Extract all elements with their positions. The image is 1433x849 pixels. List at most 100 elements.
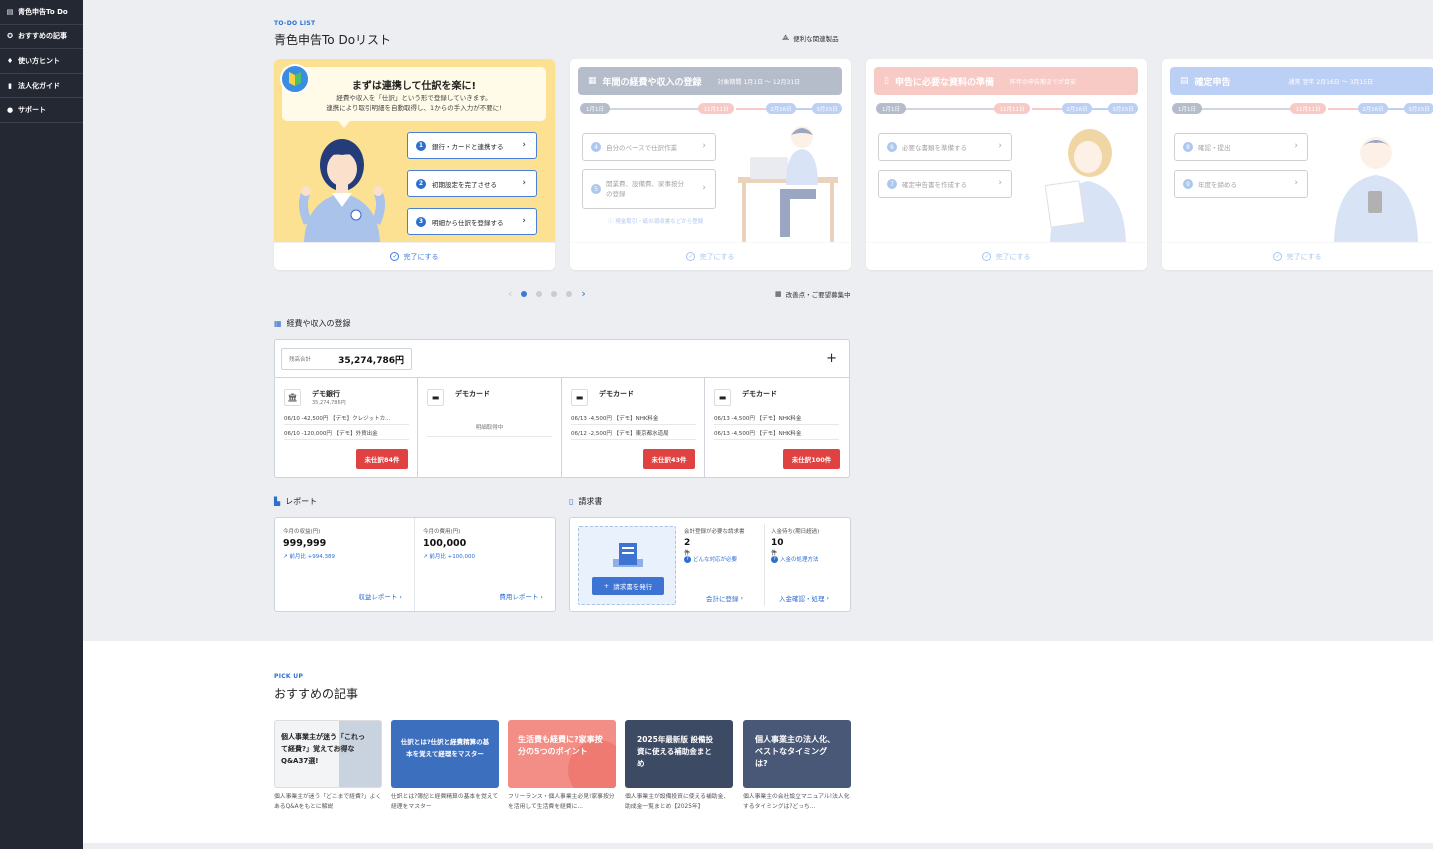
step-number: 2 [416, 178, 426, 189]
carousel-next-button[interactable]: › [581, 287, 585, 300]
thumbnail-text: 2025年最新版 設備投資に使える補助金まとめ [637, 735, 713, 768]
ledger-section-title: ▦ 経費や収入の登録 [274, 318, 351, 329]
transaction-row[interactable]: 06/13 -4,500円 【デモ】NHK料金 [714, 411, 839, 425]
step-opening-costs-button[interactable]: 5 開業費、設備費、家事按分の登録 › [582, 169, 716, 209]
unjournaled-button[interactable]: 未仕訳84件 [356, 449, 408, 469]
chevron-right-icon: › [1294, 141, 1298, 151]
article-card[interactable]: 生活費も経費に?家事按分の5つのポイント フリーランス・個人事業主必見!家事按分… [508, 720, 616, 812]
fetching-status: 明細取得中 [427, 423, 552, 437]
todo-card-4: ▤ 確定申告 通常 翌年 2月16日 〜 3月15日 1月1日 11月11日 2… [1162, 59, 1433, 270]
step-link-bank-button[interactable]: 1 銀行・カードと連携する › [407, 132, 537, 159]
timeline: 1月1日 11月11日 2月16日 3月15日 [578, 103, 842, 115]
transaction-row[interactable]: 06/12 -2,500円 【デモ】東京都水道局 [571, 426, 696, 440]
card-body: ▦ 年間の経費や収入の登録 対象期間 1月1日 〜 12月31日 1月1日 11… [570, 59, 851, 242]
needs-help-link[interactable]: ? どんな対応が必要 [684, 555, 737, 563]
thumbnail-text: 個人事業主の法人化、ベストなタイミングは? [755, 735, 835, 768]
carousel-dot[interactable] [566, 290, 573, 297]
step-number: 9 [1183, 179, 1193, 189]
man-with-phone-illustration [1334, 137, 1418, 242]
sidebar-item-articles[interactable]: ✪ おすすめの記事 [0, 25, 83, 50]
step-initial-setup-button[interactable]: 2 初期設定を完了させる › [407, 170, 537, 197]
card-header: ▦ 年間の経費や収入の登録 対象期間 1月1日 〜 12月31日 [578, 67, 842, 95]
card-body: ▯ 申告に必要な資料の準備 昨年の申告期までが目安 1月1日 11月11日 2月… [866, 59, 1147, 242]
step-label: 確定申告書を作成する [902, 181, 967, 189]
feedback-link[interactable]: ▦ 改善点・ご要望募集中 [775, 289, 851, 299]
check-circle-icon: ✓ [1273, 252, 1283, 261]
help-text: 入金の処理方法 [780, 557, 819, 563]
expense-column: 今月の費用(円) 100,000 ↗ 前月比 +100,000 費用レポート › [415, 518, 555, 611]
complete-button[interactable]: ✓ 完了にする [866, 242, 1147, 270]
sidebar-item-label: 使い方ヒント [18, 56, 60, 65]
transaction-row[interactable]: 06/13 -4,500円 【デモ】NHK料金 [571, 411, 696, 425]
step-note[interactable]: ⓘ 現金取引・紙の領収書などから登録 [608, 217, 703, 225]
step-number: 3 [416, 216, 426, 227]
expense-report-link[interactable]: 費用レポート › [499, 591, 543, 601]
article-card[interactable]: 2025年最新版 設備投資に使える補助金まとめ 個人事業主が設備投資に使える補助… [625, 720, 733, 812]
balance-label: 残高合計 [289, 357, 312, 363]
transaction-row[interactable]: 06/10 -42,500円 【デモ】クレジットカ... [284, 411, 409, 425]
account-card[interactable]: ▬ デモカード 06/13 -4,500円 【デモ】NHK料金 06/13 -4… [705, 377, 849, 478]
timeline-date: 3月15日 [1108, 103, 1138, 114]
article-card[interactable]: 個人事業主の法人化、ベストなタイミングは? 個人事業主の会社設立マニュアル!法人… [743, 720, 851, 812]
step-number: 6 [887, 142, 897, 152]
checklist-icon: ▤ [6, 7, 14, 16]
chevron-right-icon: › [998, 178, 1002, 188]
sidebar-item-hints[interactable]: ♦ 使い方ヒント [0, 49, 83, 74]
carousel-dot[interactable] [536, 290, 543, 297]
sidebar-item-label: おすすめの記事 [18, 32, 67, 41]
transaction-row[interactable]: 06/13 -4,500円 【デモ】NHK料金 [714, 426, 839, 440]
beginner-mark-icon [280, 64, 310, 94]
card-body: ▤ 確定申告 通常 翌年 2月16日 〜 3月15日 1月1日 11月11日 2… [1162, 59, 1433, 242]
awaiting-help-link[interactable]: ? 入金の処理方法 [771, 555, 819, 563]
carousel-dot[interactable] [551, 290, 558, 297]
step-create-return-button[interactable]: 7 確定申告書を作成する › [878, 170, 1012, 198]
step-submit-button[interactable]: 8 確認・提出 › [1174, 133, 1308, 161]
link-text: 費用レポート [499, 593, 539, 601]
add-account-button[interactable]: + [826, 351, 837, 366]
calendar-icon: ▦ [274, 319, 282, 328]
complete-label: 完了にする [699, 252, 735, 261]
article-card[interactable]: 個人事業主が迷う「これって経費?」覚えてお得なQ&A37選! 個人事業主が迷う「… [274, 720, 382, 812]
account-card[interactable]: 🏛 デモ銀行 35,274,786円 06/10 -42,500円 【デモ】クレ… [275, 377, 418, 478]
account-card[interactable]: ▬ デモカード 明細取得中 [418, 377, 562, 478]
timeline-date: 2月16日 [1062, 103, 1092, 114]
pickup-title: おすすめの記事 [274, 687, 359, 701]
unjournaled-button[interactable]: 未仕訳100件 [783, 449, 840, 469]
step-journal-button[interactable]: 4 自分のペースで仕訳作業 › [582, 133, 716, 161]
thumbnail-text: 生活費も経費に?家事按分の5つのポイント [518, 735, 603, 756]
complete-button[interactable]: ✓ 完了にする [570, 242, 851, 270]
step-label: 年度を締める [1198, 181, 1237, 189]
carousel-pager: ‹ › [508, 287, 586, 300]
register-accounting-link[interactable]: 会計に登録 › [706, 593, 743, 603]
step-label: 確認・提出 [1198, 144, 1231, 152]
step-prepare-docs-button[interactable]: 6 必要な書類を準備する › [878, 133, 1012, 161]
step-close-year-button[interactable]: 9 年度を締める › [1174, 170, 1308, 198]
transaction-row[interactable]: 06/10 -120,000円 【デモ】外貨出金 [284, 426, 409, 440]
article-card[interactable]: 仕訳とは?仕訳と経費精算の基本を覚えて経理をマスター 仕訳とは?簿記と経費精算の… [391, 720, 499, 812]
issue-invoice-button[interactable]: + 請求書を発行 [592, 577, 664, 595]
link-text: 入金確認・処理 [779, 595, 825, 603]
thumbnail-text: 個人事業主が迷う「これって経費?」覚えてお得なQ&A37選! [281, 733, 365, 765]
account-card[interactable]: ▬ デモカード 06/13 -4,500円 【デモ】NHK料金 06/12 -2… [562, 377, 705, 478]
sidebar-item-label: サポート [18, 106, 46, 115]
carousel-dot[interactable] [521, 290, 528, 297]
complete-button[interactable]: ✓ 完了にする [1162, 242, 1433, 270]
sidebar-item-support[interactable]: ● サポート [0, 98, 83, 123]
speech-bubble: まずは連携して仕訳を楽に! 経費や収入を「仕訳」という形で登録していきます。 連… [282, 67, 546, 128]
payment-check-link[interactable]: 入金確認・処理 › [779, 593, 829, 603]
woman-with-document-illustration [1044, 129, 1126, 242]
complete-button[interactable]: ✓ 完了にする [274, 242, 555, 270]
sidebar-item-todo[interactable]: ▤ 青色申告To Do [0, 0, 83, 25]
related-products-link[interactable]: ⟁ 便利な関連製品 [782, 33, 839, 43]
calendar-icon: ▦ [775, 290, 782, 298]
chevron-right-icon: › [998, 141, 1002, 151]
chevron-right-icon: › [1294, 178, 1298, 188]
thumbnail-text: 仕訳とは?仕訳と経費精算の基本を覚えて経理をマスター [400, 738, 490, 758]
unjournaled-button[interactable]: 未仕訳43件 [643, 449, 695, 469]
carousel-prev-button[interactable]: ‹ [508, 287, 512, 300]
button-label: 請求書を発行 [613, 583, 653, 591]
income-report-link[interactable]: 収益レポート › [358, 591, 402, 601]
card-body: まずは連携して仕訳を楽に! 経費や収入を「仕訳」という形で登録していきます。 連… [274, 59, 555, 242]
step-register-entries-button[interactable]: 3 明細から仕訳を登録する › [407, 208, 537, 235]
sidebar-item-incorporation[interactable]: ▮ 法人化ガイド [0, 74, 83, 99]
